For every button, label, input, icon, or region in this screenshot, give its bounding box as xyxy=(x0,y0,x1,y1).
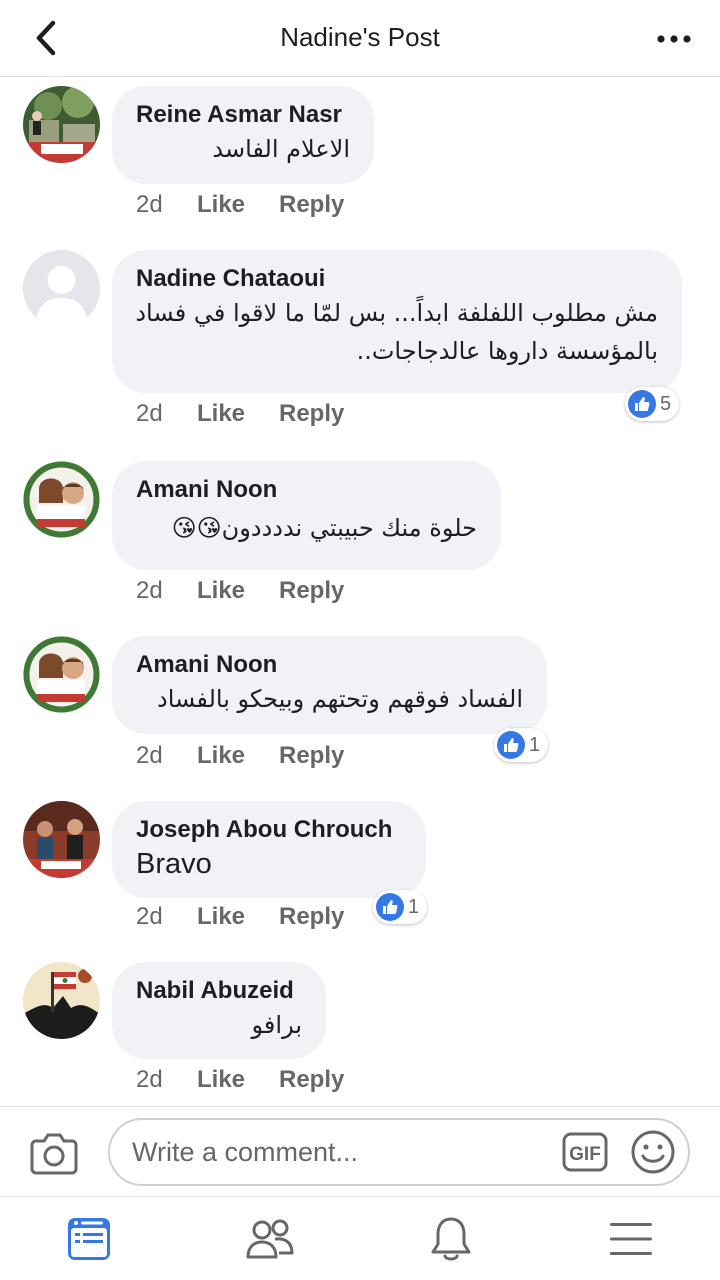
avatar[interactable] xyxy=(23,636,100,713)
comment-text: الفساد فوقهم وتحتهم وبيحكو بالفساد xyxy=(157,685,523,713)
comment-text-line: مش مطلوب اللفلفة ابداً... بس لمّا ما لاق… xyxy=(135,299,658,327)
comment-timestamp[interactable]: 2d xyxy=(136,400,197,428)
avatar[interactable] xyxy=(23,461,100,538)
comment-timestamp[interactable]: 2d xyxy=(136,577,197,605)
comment-author[interactable]: Amani Noon xyxy=(136,650,523,680)
comment-actions: 2d Like Reply xyxy=(136,903,344,931)
comment-composer: GIF xyxy=(0,1106,720,1196)
comment-author[interactable]: Nadine Chataoui xyxy=(136,264,658,294)
reaction-count: 5 xyxy=(660,392,672,415)
comment-bubble[interactable]: Reine Asmar Nasr الاعلام الفاسد xyxy=(112,86,374,184)
reaction-count: 1 xyxy=(529,733,541,756)
tab-menu[interactable] xyxy=(601,1211,661,1267)
avatar[interactable] xyxy=(23,801,100,878)
like-button[interactable]: Like xyxy=(197,191,279,219)
comment-bubble[interactable]: Amani Noon حلوة منك حبيبتي نددددون😘😘 xyxy=(112,461,501,570)
page-title: Nadine's Post xyxy=(280,22,440,52)
reaction-count: 1 xyxy=(408,895,420,918)
reaction-count-badge[interactable]: 5 xyxy=(625,387,680,421)
emoji-button[interactable] xyxy=(630,1129,676,1175)
like-button[interactable]: Like xyxy=(197,742,279,770)
reply-button[interactable]: Reply xyxy=(279,903,344,931)
smiley-icon xyxy=(631,1130,675,1174)
comment-bubble[interactable]: Joseph Abou Chrouch Bravo xyxy=(112,801,426,898)
comment-actions: 2d Like Reply xyxy=(136,742,344,770)
like-button[interactable]: Like xyxy=(197,1066,279,1094)
comment-timestamp[interactable]: 2d xyxy=(136,191,197,219)
more-dots-icon xyxy=(657,35,691,43)
svg-text:GIF: GIF xyxy=(569,1144,601,1165)
camera-icon xyxy=(30,1133,78,1175)
comment-input-field[interactable]: GIF xyxy=(108,1118,690,1186)
reaction-count-badge[interactable]: 1 xyxy=(373,890,428,924)
tab-news-feed[interactable] xyxy=(59,1211,119,1267)
camera-button[interactable] xyxy=(30,1131,78,1175)
bottom-tab-bar xyxy=(0,1196,720,1280)
comment-actions: 2d Like Reply xyxy=(136,577,344,605)
comment-bubble[interactable]: Nabil Abuzeid برافو xyxy=(112,962,326,1059)
gif-button[interactable]: GIF xyxy=(562,1132,608,1172)
comment-author[interactable]: Amani Noon xyxy=(136,475,477,505)
comment-actions: 2d Like Reply xyxy=(136,1066,344,1094)
gif-icon: GIF xyxy=(562,1132,608,1172)
friends-icon xyxy=(246,1219,294,1259)
more-options-button[interactable] xyxy=(654,26,694,52)
reply-button[interactable]: Reply xyxy=(279,1066,344,1094)
menu-icon xyxy=(610,1223,652,1255)
tab-friends[interactable] xyxy=(240,1211,300,1267)
comment-text: برافو xyxy=(251,1011,302,1039)
comment-author[interactable]: Nabil Abuzeid xyxy=(136,976,302,1006)
comment-actions: 2d Like Reply xyxy=(136,191,344,219)
comment-author[interactable]: Joseph Abou Chrouch xyxy=(136,815,402,845)
reply-button[interactable]: Reply xyxy=(279,400,344,428)
default-profile-icon xyxy=(23,250,100,327)
thumbs-up-icon xyxy=(628,390,656,418)
comment-text: Bravo xyxy=(136,848,212,880)
thumbs-up-icon xyxy=(376,893,404,921)
news-feed-icon xyxy=(68,1218,110,1260)
comment-text: حلوة منك حبيبتي نددددون😘😘 xyxy=(171,514,477,542)
reply-button[interactable]: Reply xyxy=(279,577,344,605)
comment-text: الاعلام الفاسد xyxy=(212,135,350,163)
thumbs-up-icon xyxy=(497,731,525,759)
top-navigation-bar: Nadine's Post xyxy=(0,0,720,77)
tab-notifications[interactable] xyxy=(421,1211,481,1267)
avatar[interactable] xyxy=(23,86,100,163)
notifications-bell-icon xyxy=(431,1217,471,1261)
reply-button[interactable]: Reply xyxy=(279,191,344,219)
comment-timestamp[interactable]: 2d xyxy=(136,903,197,931)
like-button[interactable]: Like xyxy=(197,903,279,931)
comment-text-line: بالمؤسسة داروها عالدجاجات.. xyxy=(356,337,658,365)
comment-bubble[interactable]: Amani Noon الفساد فوقهم وتحتهم وبيحكو با… xyxy=(112,636,547,734)
avatar[interactable] xyxy=(23,250,100,327)
reaction-count-badge[interactable]: 1 xyxy=(494,728,549,762)
comment-timestamp[interactable]: 2d xyxy=(136,1066,197,1094)
reply-button[interactable]: Reply xyxy=(279,742,344,770)
comment-actions: 2d Like Reply xyxy=(136,400,344,428)
comment-input[interactable] xyxy=(132,1132,552,1172)
avatar[interactable] xyxy=(23,962,100,1039)
comment-bubble[interactable]: Nadine Chataoui مش مطلوب اللفلفة ابداً..… xyxy=(112,250,682,393)
like-button[interactable]: Like xyxy=(197,577,279,605)
comment-author[interactable]: Reine Asmar Nasr xyxy=(136,100,350,130)
comment-timestamp[interactable]: 2d xyxy=(136,742,197,770)
like-button[interactable]: Like xyxy=(197,400,279,428)
